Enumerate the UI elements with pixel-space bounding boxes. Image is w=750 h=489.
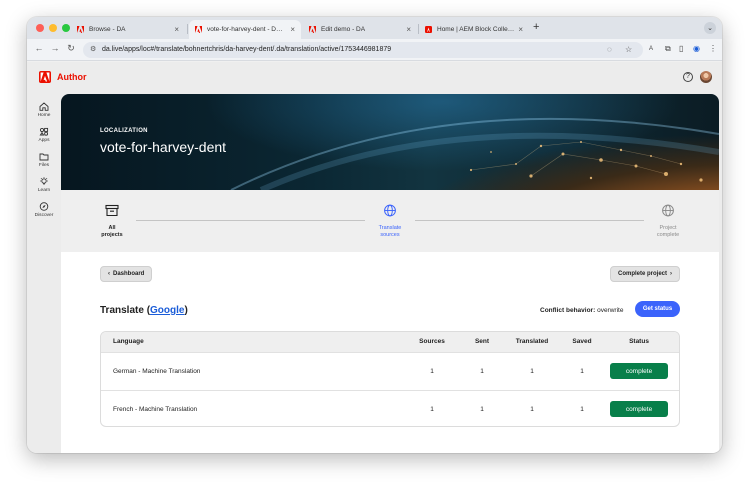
status-badge[interactable]: complete	[610, 363, 668, 379]
complete-project-button[interactable]: Complete project ›	[610, 266, 681, 282]
translate-page-icon[interactable]: A	[649, 46, 653, 52]
address-bar[interactable]: ⚙ da.live/apps/loc#/translate/bohnertchr…	[83, 42, 643, 58]
close-tab-icon[interactable]: ×	[174, 25, 179, 34]
step-project-complete[interactable]: Project complete	[638, 204, 698, 239]
tab-strip: Browse - DA × vote-for-harvey-dent - DA …	[27, 17, 722, 39]
close-tab-icon[interactable]: ×	[290, 25, 295, 34]
tab-translation[interactable]: vote-for-harvey-dent - DA Tr ×	[189, 20, 301, 39]
minimize-window-button[interactable]	[49, 24, 57, 32]
apps-icon	[39, 127, 49, 136]
adobe-favicon-icon	[309, 26, 316, 33]
home-icon	[39, 102, 49, 111]
lightbulb-icon	[40, 177, 48, 185]
forward-icon[interactable]: →	[49, 43, 61, 53]
app-shell: Author ? Home Apps Files Learn Discover …	[27, 62, 722, 453]
nav-files[interactable]: Files	[27, 152, 61, 168]
tab-aem-block-collection[interactable]: Home | AEM Block Collection ×	[419, 20, 529, 39]
tab-search-icon[interactable]: ⌄	[704, 22, 716, 34]
tab-title: vote-for-harvey-dent - DA Tr	[207, 26, 287, 33]
tab-title: Browse - DA	[89, 26, 126, 33]
tab-edit-demo[interactable]: Edit demo - DA ×	[303, 20, 417, 39]
nav-discover[interactable]: Discover	[27, 202, 61, 218]
nav-home[interactable]: Home	[27, 102, 61, 118]
translate-heading: Translate (Google)	[100, 305, 188, 316]
close-tab-icon[interactable]: ×	[406, 25, 411, 34]
nav-learn[interactable]: Learn	[27, 177, 61, 193]
tab-title: Edit demo - DA	[321, 26, 366, 33]
more-menu-icon[interactable]: ⋮	[709, 44, 717, 53]
browser-toolbar: ← → ↻ ⚙ da.live/apps/loc#/translate/bohn…	[27, 39, 722, 61]
sidebar-icon[interactable]: ▯	[679, 44, 683, 53]
reload-icon[interactable]: ↻	[65, 43, 77, 54]
get-status-button[interactable]: Get status	[635, 301, 680, 317]
nav-apps[interactable]: Apps	[27, 127, 61, 143]
aem-favicon-icon	[425, 26, 432, 33]
archive-box-icon	[105, 204, 119, 217]
avatar[interactable]	[700, 71, 712, 83]
step-connector	[415, 220, 644, 221]
adobe-logo-icon[interactable]	[39, 71, 51, 83]
adobe-favicon-icon	[77, 26, 84, 33]
window-controls	[36, 24, 70, 32]
hero-banner: LOCALIZATION vote-for-harvey-dent	[61, 94, 719, 190]
dashboard-button[interactable]: ‹ Dashboard	[100, 266, 153, 282]
hero-eyebrow: LOCALIZATION	[100, 128, 148, 134]
main-panel: LOCALIZATION vote-for-harvey-dent All pr…	[61, 94, 719, 453]
table-row: German - Machine Translation 1 1 1 1 com…	[101, 352, 679, 390]
help-icon[interactable]: ?	[683, 72, 693, 82]
globe-icon	[384, 204, 396, 217]
step-connector	[136, 220, 365, 221]
folder-icon	[39, 153, 49, 161]
compass-icon	[39, 202, 49, 211]
maximize-window-button[interactable]	[62, 24, 70, 32]
chevron-left-icon: ‹	[108, 271, 110, 277]
chevron-right-icon: ›	[670, 271, 673, 277]
app-brand[interactable]: Author	[57, 72, 87, 82]
tab-browse[interactable]: Browse - DA ×	[71, 20, 185, 39]
browser-window: Browse - DA × vote-for-harvey-dent - DA …	[27, 17, 722, 453]
globe-icon	[662, 204, 674, 217]
translation-table: Language Sources Sent Translated Saved S…	[100, 331, 680, 427]
table-header: Language Sources Sent Translated Saved S…	[101, 332, 679, 352]
google-link[interactable]: Google	[150, 305, 184, 316]
close-tab-icon[interactable]: ×	[518, 25, 523, 34]
extensions-icon[interactable]: ⧉	[665, 44, 671, 54]
url-text[interactable]: da.live/apps/loc#/translate/bohnertchris…	[102, 46, 391, 53]
conflict-behavior: Conflict behavior: overwrite	[540, 307, 624, 314]
progress-stepper: All projects Translate sources Project c…	[61, 190, 719, 252]
adobe-favicon-icon	[195, 26, 202, 33]
tab-title: Home | AEM Block Collection	[437, 26, 515, 33]
close-window-button[interactable]	[36, 24, 44, 32]
site-settings-icon[interactable]: ⚙	[90, 45, 96, 53]
page-title: vote-for-harvey-dent	[100, 139, 227, 155]
step-translate-sources[interactable]: Translate sources	[360, 204, 420, 239]
profile-icon[interactable]: ◉	[693, 44, 700, 53]
back-icon[interactable]: ←	[33, 43, 45, 53]
status-badge[interactable]: complete	[610, 401, 668, 417]
eye-off-icon[interactable]: ◌	[607, 45, 612, 54]
app-header: Author ?	[27, 62, 722, 92]
table-row: French - Machine Translation 1 1 1 1 com…	[101, 390, 679, 426]
step-all-projects[interactable]: All projects	[82, 204, 142, 239]
bookmark-star-icon[interactable]: ☆	[625, 45, 632, 54]
new-tab-button[interactable]: +	[533, 21, 539, 33]
